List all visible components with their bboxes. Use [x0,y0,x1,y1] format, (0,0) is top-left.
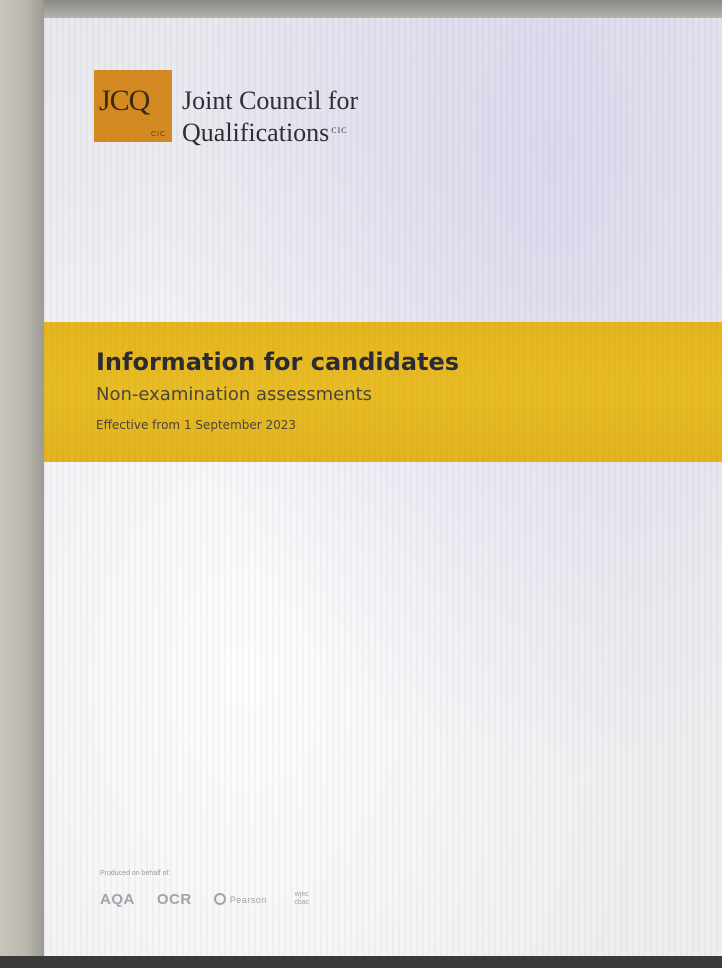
photo-frame-left [0,0,44,968]
photo-frame-bottom [0,956,722,968]
organisation-name: Joint Council for Qualifications CIC [182,86,358,148]
photo-frame-top [0,0,722,18]
logo-letters: JCQ [99,84,150,117]
partner-ocr-logo: OCR [156,890,192,908]
effective-date: Effective from 1 September 2023 [96,418,297,432]
title-band: Information for candidates Non-examinati… [44,322,722,462]
organisation-name-suffix: CIC [331,126,348,135]
document-title: Information for candidates [96,348,460,376]
organisation-name-line2-text: Qualifications [182,118,330,147]
logo-cic-small: CIC [150,131,166,138]
partner-pearson-logo: Pearson [213,890,267,908]
jcq-logo-mark: JCQ CIC [94,70,172,142]
organisation-name-line1: Joint Council for [182,86,359,115]
pearson-icon [213,892,226,905]
partner-pearson-text: Pearson [229,895,267,905]
partner-logos: AQA OCR Pearson wjec cbac [100,890,315,908]
organisation-name-line2: Qualifications CIC [182,116,358,148]
partner-aqa-logo: AQA [100,890,135,908]
jcq-logo: JCQ CIC Joint Council for Qualifications… [94,70,358,148]
partner-wjec-logo: wjec cbac [294,891,310,906]
produced-on-behalf-label: Produced on behalf of: [100,870,171,877]
document-cover-page: JCQ CIC Joint Council for Qualifications… [44,18,722,956]
document-subtitle: Non-examination assessments [96,384,373,405]
